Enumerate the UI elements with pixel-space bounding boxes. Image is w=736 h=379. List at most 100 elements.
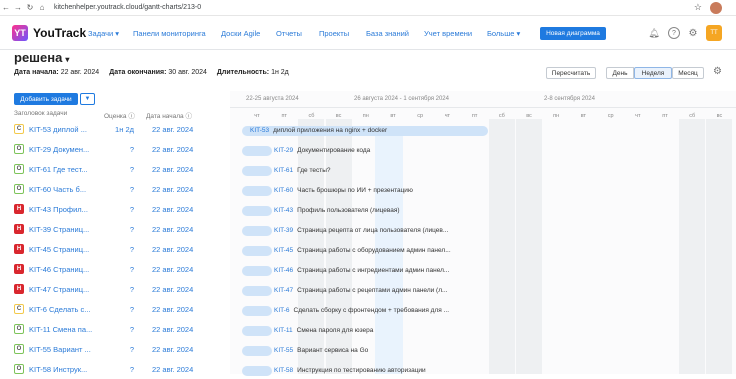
task-start-date[interactable]: 22 авг. 2024 (152, 305, 193, 314)
gantt-bar-label[interactable]: KIT-55 Вариант сервиса на Go (274, 347, 368, 354)
table-row[interactable]: Н KIT-43 Профил... ? 22 авг. 2024 (0, 199, 230, 219)
recalculate-button[interactable]: Пересчитать (546, 67, 596, 79)
task-title[interactable]: KIT-53 диплой ... (29, 125, 105, 134)
table-row[interactable]: О KIT-61 Где тест... ? 22 авг. 2024 (0, 159, 230, 179)
address-bar[interactable]: kitchenhelper.youtrack.cloud/gantt-chart… (54, 4, 201, 11)
table-row[interactable]: О KIT-58 Инструк... ? 22 авг. 2024 (0, 359, 230, 379)
back-icon[interactable]: ← (0, 3, 12, 12)
view-week-button[interactable]: Неделя (634, 67, 672, 79)
task-start-date[interactable]: 22 авг. 2024 (152, 285, 193, 294)
task-title[interactable]: KIT-11 Смена па... (29, 325, 105, 334)
gantt-bar[interactable] (242, 286, 272, 296)
task-start-date[interactable]: 22 авг. 2024 (152, 165, 193, 174)
chevron-down-icon[interactable]: ▼ (80, 93, 95, 105)
task-estimate[interactable]: ? (108, 345, 134, 354)
gantt-bar[interactable] (242, 166, 272, 176)
task-title[interactable]: KIT-29 Докумен... (29, 145, 105, 154)
gantt-bar-label[interactable]: KIT-29 Документирование кода (274, 147, 370, 154)
gantt-bar-label[interactable]: KIT-47 Страница работы с рецептами админ … (274, 287, 447, 294)
gantt-bar[interactable] (242, 146, 272, 156)
gantt-bar-label[interactable]: KIT-39 Страница рецепта от лица пользоват… (274, 227, 448, 234)
table-row[interactable]: С KIT-6 Сделать с... ? 22 авг. 2024 (0, 299, 230, 319)
nav-item-3[interactable]: Отчеты (276, 29, 302, 38)
task-start-date[interactable]: 22 авг. 2024 (152, 125, 193, 134)
table-row[interactable]: О KIT-29 Докумен... ? 22 авг. 2024 (0, 139, 230, 159)
gantt-bar-label[interactable]: KIT-46 Страница работы с ингредиентами ад… (274, 267, 449, 274)
table-row[interactable]: Н KIT-39 Страниц... ? 22 авг. 2024 (0, 219, 230, 239)
chart-settings-icon[interactable]: ⚙ (713, 66, 722, 77)
task-estimate[interactable]: 1н 2д (108, 125, 134, 134)
gantt-bar[interactable] (242, 206, 272, 216)
task-start-date[interactable]: 22 авг. 2024 (152, 145, 193, 154)
task-estimate[interactable]: ? (108, 165, 134, 174)
task-title[interactable]: KIT-61 Где тест... (29, 165, 105, 174)
task-estimate[interactable]: ? (108, 145, 134, 154)
nav-item-2[interactable]: Доски Agile (221, 29, 260, 38)
home-icon[interactable]: ⌂ (36, 3, 48, 12)
gantt-bar-label[interactable]: KIT-45 Страница работы с оборудованием ад… (274, 247, 451, 254)
task-start-date[interactable]: 22 авг. 2024 (152, 205, 193, 214)
task-start-date[interactable]: 22 авг. 2024 (152, 345, 193, 354)
nav-item-7[interactable]: Больше ▾ (487, 29, 520, 38)
gantt-bar[interactable] (242, 306, 272, 316)
settings-gear-icon[interactable]: ⚙ (687, 27, 699, 39)
task-title[interactable]: KIT-60 Часть б... (29, 185, 105, 194)
reload-icon[interactable]: ↻ (24, 3, 36, 12)
gantt-bar[interactable] (242, 266, 272, 276)
task-title[interactable]: KIT-47 Страниц... (29, 285, 105, 294)
view-day-button[interactable]: День (606, 67, 634, 79)
gantt-bar-label[interactable]: KIT-6 Сделать сборку с фронтендом + требо… (274, 307, 449, 314)
gantt-bar[interactable] (242, 326, 272, 336)
table-row[interactable]: Н KIT-45 Страниц... ? 22 авг. 2024 (0, 239, 230, 259)
task-estimate[interactable]: ? (108, 305, 134, 314)
task-start-date[interactable]: 22 авг. 2024 (152, 185, 193, 194)
browser-profile-avatar[interactable] (710, 2, 722, 14)
nav-item-1[interactable]: Панели мониторинга (133, 29, 206, 38)
table-row[interactable]: Н KIT-46 Страниц... ? 22 авг. 2024 (0, 259, 230, 279)
new-chart-button[interactable]: Новая диаграмма (540, 27, 606, 40)
user-avatar[interactable]: ТТ (706, 25, 722, 41)
nav-item-6[interactable]: Учет времени (424, 29, 472, 38)
forward-icon[interactable]: → (12, 3, 24, 12)
gantt-bar[interactable] (242, 246, 272, 256)
task-start-date[interactable]: 22 авг. 2024 (152, 365, 193, 374)
view-month-button[interactable]: Месяц (672, 67, 704, 79)
task-title[interactable]: KIT-46 Страниц... (29, 265, 105, 274)
help-icon[interactable]: ? (668, 27, 680, 39)
gantt-bar-label[interactable]: KIT-43 Профиль пользователя (лицевая) (274, 207, 400, 214)
page-title[interactable]: решена ▾ (14, 50, 69, 65)
notifications-bell-icon[interactable]: 🔔︎ (648, 27, 660, 39)
app-logo[interactable]: YT YouTrack (12, 24, 86, 41)
task-estimate[interactable]: ? (108, 285, 134, 294)
nav-item-4[interactable]: Проекты (319, 29, 349, 38)
table-row[interactable]: Н KIT-47 Страниц... ? 22 авг. 2024 (0, 279, 230, 299)
task-estimate[interactable]: ? (108, 325, 134, 334)
task-start-date[interactable]: 22 авг. 2024 (152, 265, 193, 274)
task-estimate[interactable]: ? (108, 365, 134, 374)
gantt-bar-label[interactable]: KIT-53 диплой приложения на nginx + docke… (250, 127, 387, 134)
task-estimate[interactable]: ? (108, 245, 134, 254)
task-estimate[interactable]: ? (108, 185, 134, 194)
gantt-bar[interactable] (242, 346, 272, 356)
gantt-bar-label[interactable]: KIT-60 Часть брошюры по ИИ + презентацию (274, 187, 413, 194)
task-start-date[interactable]: 22 авг. 2024 (152, 325, 193, 334)
table-row[interactable]: О KIT-11 Смена па... ? 22 авг. 2024 (0, 319, 230, 339)
table-row[interactable]: О KIT-60 Часть б... ? 22 авг. 2024 (0, 179, 230, 199)
task-title[interactable]: KIT-43 Профил... (29, 205, 105, 214)
task-title[interactable]: KIT-39 Страниц... (29, 225, 105, 234)
task-estimate[interactable]: ? (108, 265, 134, 274)
gantt-bar-label[interactable]: KIT-61 Где тесты? (274, 167, 331, 174)
gantt-bar[interactable] (242, 186, 272, 196)
add-tasks-button[interactable]: Добавить задачи (14, 93, 78, 105)
task-title[interactable]: KIT-58 Инструк... (29, 365, 105, 374)
gantt-bar-label[interactable]: KIT-58 Инструкция по тестированию авториз… (274, 367, 426, 374)
nav-item-0[interactable]: Задачи ▾ (88, 29, 119, 38)
gantt-bar[interactable] (242, 226, 272, 236)
col-header-summary[interactable]: Заголовок задачи (14, 110, 67, 117)
task-estimate[interactable]: ? (108, 205, 134, 214)
bookmark-star-icon[interactable]: ☆ (694, 2, 702, 13)
table-row[interactable]: С KIT-53 диплой ... 1н 2д 22 авг. 2024 (0, 119, 230, 139)
task-estimate[interactable]: ? (108, 225, 134, 234)
table-row[interactable]: О KIT-55 Вариант ... ? 22 авг. 2024 (0, 339, 230, 359)
task-title[interactable]: KIT-55 Вариант ... (29, 345, 105, 354)
